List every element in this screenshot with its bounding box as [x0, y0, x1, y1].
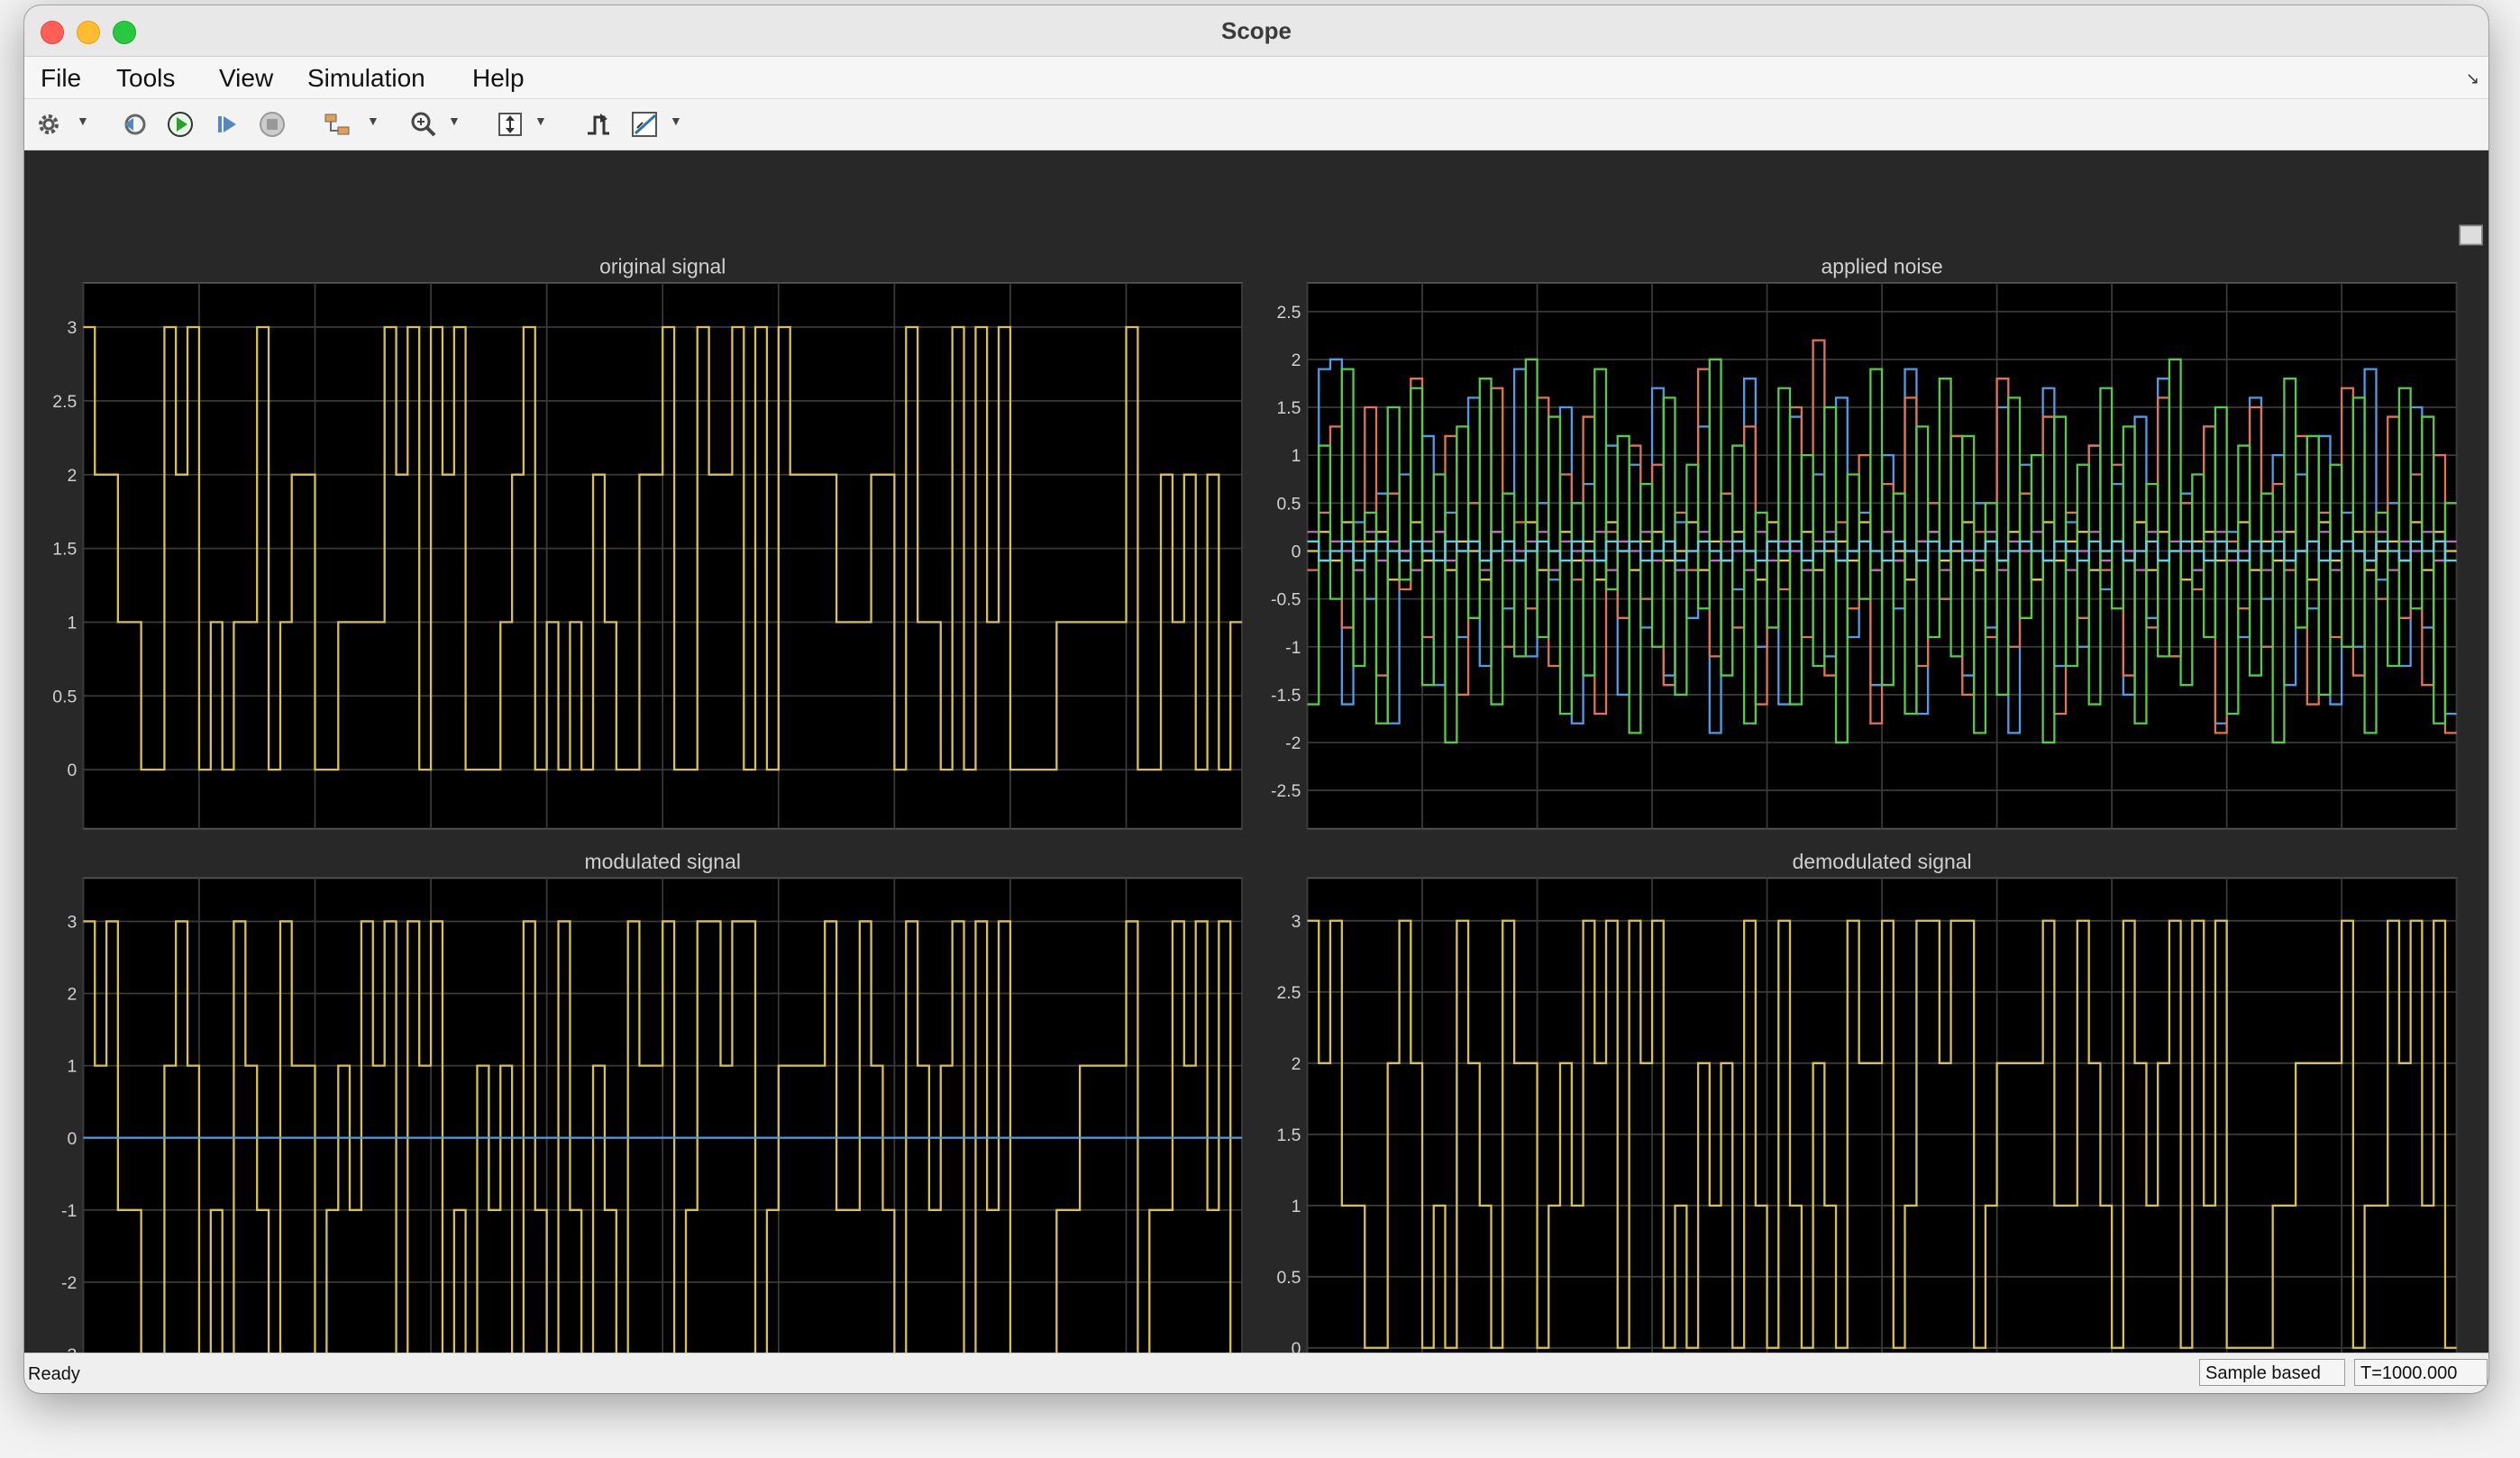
menu-simulation[interactable]: Simulation [307, 64, 425, 93]
toolbar: ▼ ▼ ▼ ▼ ▼ [24, 99, 2488, 150]
autoscale-icon[interactable] [493, 108, 527, 141]
y-tick-label: -2 [61, 1273, 77, 1293]
y-tick-label: -1 [1285, 638, 1301, 658]
scope-plot-area: original signal 0 0.5 1 1.5 2 2.5 3 applied nois… [24, 150, 2488, 1393]
highlight-block-icon[interactable] [320, 108, 354, 141]
stop-icon[interactable] [255, 108, 289, 141]
menu-file[interactable]: File [41, 64, 81, 93]
y-tick-label: 0 [67, 761, 77, 780]
step-forward-icon[interactable] [210, 108, 244, 141]
y-tick-label: 1.5 [1276, 398, 1301, 418]
y-tick-label: 0 [1292, 1339, 1301, 1353]
settings-dropdown-icon[interactable]: ▼ [77, 114, 89, 128]
y-tick-label: 3 [1292, 912, 1301, 932]
y-tick-label: 2 [67, 985, 77, 1005]
scope-window: Scope File Tools View Simulation Help ↘ … [24, 5, 2488, 1393]
plot-title: original signal [599, 254, 726, 278]
y-tick-label: 2 [1292, 351, 1301, 370]
y-tick-label: 0 [67, 1129, 77, 1149]
simulation-time-indicator: T=1000.000 [2354, 1359, 2488, 1386]
y-tick-label: 1 [1292, 1197, 1301, 1217]
window-title: Scope [1220, 17, 1292, 44]
y-tick-label: 3 [67, 913, 77, 933]
y-tick-label: 1 [1292, 446, 1301, 466]
menu-view[interactable]: View [219, 64, 273, 93]
triggers-icon[interactable] [581, 108, 616, 141]
y-tick-label: -2 [1285, 734, 1301, 753]
step-back-icon[interactable] [116, 108, 151, 141]
undock-icon[interactable]: ↘ [2466, 69, 2479, 88]
y-tick-label: 0 [1292, 542, 1301, 562]
y-tick-label: 1 [67, 614, 77, 633]
y-tick-label: 0.5 [1276, 494, 1301, 514]
y-tick-label: 1.5 [52, 540, 77, 560]
zoom-in-icon[interactable] [406, 108, 441, 141]
menu-help[interactable]: Help [472, 64, 525, 93]
menu-bar: File Tools View Simulation Help ↘ [24, 57, 2488, 99]
autoscale-dropdown-icon[interactable]: ▼ [534, 114, 547, 128]
plots-canvas: original signal 0 0.5 1 1.5 2 2.5 3 applied nois… [52, 224, 2483, 1393]
y-tick-label: 2 [1292, 1054, 1301, 1074]
y-tick-label: 2.5 [1276, 983, 1301, 1003]
y-tick-label: 2.5 [1276, 303, 1301, 323]
status-text: Ready [28, 1364, 80, 1384]
y-tick-label: 3 [67, 318, 77, 338]
measurements-icon[interactable] [628, 108, 662, 141]
measurements-dropdown-icon[interactable]: ▼ [670, 114, 682, 128]
scope-panel: original signal 0 0.5 1 1.5 2 2.5 3 [52, 254, 1243, 830]
y-tick-label: 0.5 [1276, 1268, 1301, 1288]
status-bar: Ready Sample based T=1000.000 [24, 1353, 2488, 1393]
y-tick-label: 0.5 [52, 687, 77, 706]
y-tick-label: 1.5 [1276, 1125, 1301, 1145]
sample-mode-indicator: Sample based [2199, 1359, 2345, 1386]
y-tick-label: -3 [61, 1345, 77, 1353]
y-tick-label: -2.5 [1271, 781, 1301, 801]
menu-tools[interactable]: Tools [116, 64, 175, 93]
scope-panel: applied noise -2.5 -2 -1.5 -1 -0.5 0 0.5 1 1.5 2 2.… [1271, 254, 2458, 830]
plot-title: applied noise [1822, 254, 1943, 278]
highlight-dropdown-icon[interactable]: ▼ [367, 114, 379, 128]
y-tick-label: 2.5 [52, 392, 77, 412]
y-tick-label: 1 [67, 1057, 77, 1077]
run-icon[interactable] [163, 108, 197, 141]
title-bar: Scope [24, 5, 2488, 57]
scope-panel: modulated signal010020030040050060070080… [61, 850, 1243, 1393]
scope-panel: demodulated signal0100200300400500600700… [1276, 850, 2458, 1393]
restore-layout-icon[interactable] [2459, 224, 2483, 246]
zoom-dropdown-icon[interactable]: ▼ [448, 114, 461, 128]
settings-gear-icon[interactable] [32, 108, 66, 141]
y-tick-label: -1 [61, 1201, 77, 1221]
plot-title: modulated signal [585, 850, 741, 873]
y-tick-label: -0.5 [1271, 590, 1301, 610]
y-tick-label: -1.5 [1271, 686, 1301, 706]
plot-title: demodulated signal [1793, 850, 1972, 873]
y-tick-label: 2 [67, 466, 77, 486]
